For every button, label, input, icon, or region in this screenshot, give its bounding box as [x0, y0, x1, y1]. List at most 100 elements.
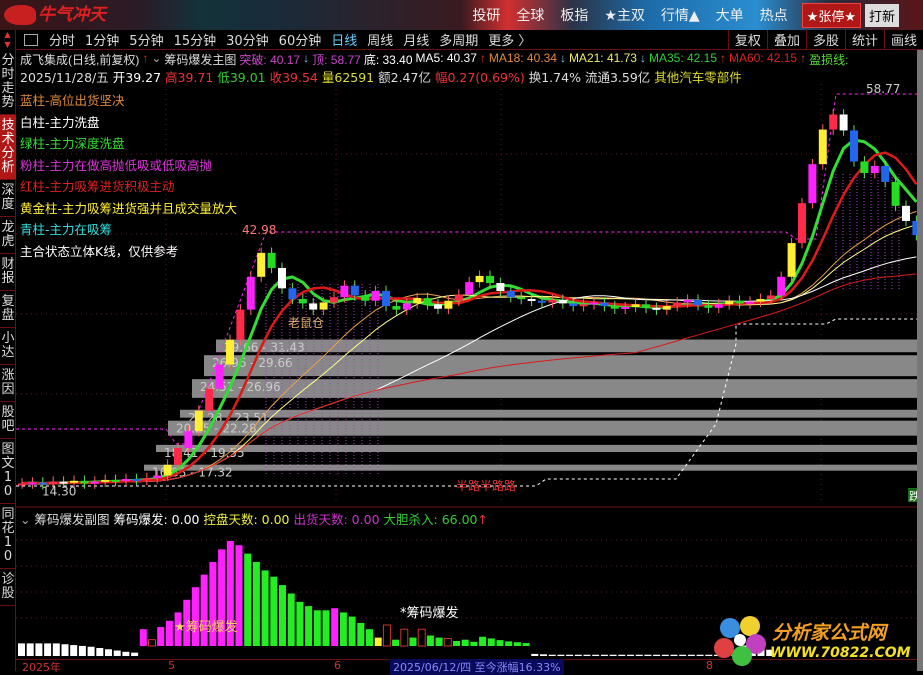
- sidebar-tab[interactable]: 同花10: [0, 504, 16, 569]
- sub-indicator-header: ⌄ 筹码爆发副图 筹码爆发: 0.00 控盘天数: 0.00 出货天数: 0.0…: [20, 509, 488, 528]
- period-tab[interactable]: 周线: [362, 30, 398, 49]
- volume-bar: [644, 654, 652, 656]
- nav-zhushuang[interactable]: ★主双: [596, 5, 653, 25]
- toolbar-button[interactable]: 画线: [883, 30, 923, 49]
- candle-body: [725, 300, 734, 305]
- period-tab[interactable]: 分时: [44, 30, 80, 49]
- volume-bar: [382, 624, 391, 647]
- volume-bar: [313, 610, 321, 646]
- sidebar-tab[interactable]: 诊股: [0, 569, 16, 606]
- nav-banzhi[interactable]: 板指: [552, 5, 596, 25]
- quote-change: 幅0.27(0.69%): [434, 70, 525, 85]
- candle-body: [881, 165, 890, 182]
- volume-bar: [70, 645, 78, 656]
- volume-bar: [87, 646, 95, 656]
- candle-body: [600, 302, 609, 307]
- period-tab[interactable]: 更多 〉: [483, 30, 536, 49]
- volume-bar: [635, 654, 643, 656]
- volume-bar: [252, 562, 260, 646]
- period-tab[interactable]: 15分钟: [169, 30, 222, 49]
- volume-bar: [513, 642, 521, 646]
- down-arrow-icon: ↓: [639, 51, 646, 65]
- candle-body: [371, 290, 380, 301]
- volume-bar: [200, 574, 208, 646]
- sidebar-tab[interactable]: 深度: [0, 180, 16, 217]
- candle-body: [163, 464, 172, 476]
- toolbar-button[interactable]: 多股: [805, 30, 845, 49]
- volume-bar: [531, 653, 539, 656]
- period-tab[interactable]: 1分钟: [80, 30, 124, 49]
- period-tab[interactable]: 30分钟: [221, 30, 274, 49]
- watermark-name: 分析家公式网: [772, 622, 887, 644]
- period-tab[interactable]: 月线: [398, 30, 434, 49]
- period-tab[interactable]: 日线: [326, 30, 362, 49]
- volume-bar: [600, 654, 608, 656]
- volume-bar: [348, 616, 356, 646]
- candle-body: [298, 298, 307, 304]
- toolbar-button[interactable]: 叠加: [766, 30, 806, 49]
- candle-body: [194, 410, 203, 432]
- candle-body: [538, 300, 546, 303]
- candle-body: [434, 304, 442, 309]
- candle-body: [642, 304, 650, 308]
- period-tab[interactable]: 多周期: [434, 30, 483, 49]
- nav-hangqing[interactable]: 行情▲: [653, 5, 708, 25]
- main-price-chart[interactable]: 29.66 - 31.4326.96 - 29.6624.51 - 26.962…: [16, 84, 921, 504]
- volume-bar: [305, 606, 313, 646]
- dropdown-icon[interactable]: ⌄: [151, 51, 161, 68]
- volume-bar: [627, 654, 634, 656]
- sidebar-tab[interactable]: 股吧: [0, 402, 16, 439]
- toolbar-button[interactable]: 复权: [727, 30, 767, 49]
- volume-bar: [522, 643, 530, 646]
- volume-bar: [157, 627, 165, 646]
- candle-body: [631, 304, 640, 307]
- sub-title[interactable]: 筹码爆发副图: [34, 512, 109, 527]
- nav-dadan[interactable]: 大单: [708, 5, 752, 25]
- panel-toggle-icon[interactable]: [24, 33, 38, 46]
- candle-body: [475, 275, 484, 283]
- sidebar-tab[interactable]: 分时走势: [0, 50, 16, 115]
- daxin-button[interactable]: 打新: [864, 3, 899, 27]
- zhangting-button[interactable]: ★张停★: [801, 2, 861, 28]
- dropdown-icon[interactable]: ⌄: [20, 512, 30, 527]
- candle-body: [184, 431, 193, 448]
- volume-bar: [113, 650, 121, 656]
- volume-bar: [192, 587, 199, 646]
- nav-global[interactable]: 全球: [508, 5, 552, 25]
- sidebar-tab[interactable]: 小达: [0, 328, 16, 365]
- candle-body: [506, 290, 515, 298]
- candle-body: [652, 307, 661, 310]
- legend-item: 蓝柱-高位出货坚决: [20, 93, 125, 108]
- period-tab[interactable]: 60分钟: [274, 30, 327, 49]
- candle-body: [423, 298, 432, 305]
- volume-bar: [61, 644, 69, 656]
- nav-redian[interactable]: 热点: [752, 5, 796, 25]
- chip-band: [156, 444, 921, 452]
- indicator-name[interactable]: 筹码爆发主图: [164, 51, 236, 68]
- sidebar-tab[interactable]: 技术分析: [0, 115, 16, 180]
- vertical-scrollbar[interactable]: [917, 50, 923, 671]
- candle-body: [361, 295, 370, 301]
- ma5-value: MA5: 40.37: [415, 51, 477, 65]
- volume-bar: [417, 628, 426, 647]
- volume-bar: [322, 610, 330, 646]
- candle-body: [808, 164, 817, 204]
- sidebar-tab[interactable]: 龙虎: [0, 217, 16, 254]
- signal-label: *筹码爆发: [400, 605, 459, 621]
- candle-body: [860, 161, 869, 174]
- scroll-arrows-icon[interactable]: ▲ ▼: [0, 30, 15, 50]
- down-arrow-icon: ↓: [303, 51, 310, 65]
- nav-touyan[interactable]: 投研: [464, 5, 508, 25]
- up-arrow-icon: ↑: [479, 51, 486, 65]
- candle-body: [714, 304, 723, 308]
- axis-label: 6: [334, 659, 341, 672]
- sidebar-tab[interactable]: 涨因: [0, 365, 16, 402]
- sidebar-tab[interactable]: 财报: [0, 254, 16, 291]
- quote-sector[interactable]: 其他汽车零部件: [654, 70, 742, 85]
- period-tab[interactable]: 5分钟: [124, 30, 168, 49]
- quote-date: 2025/11/28/五: [20, 70, 109, 85]
- sidebar-tab[interactable]: 复盘: [0, 291, 16, 328]
- sidebar-tab[interactable]: 图文10: [0, 439, 16, 504]
- toolbar-button[interactable]: 统计: [844, 30, 884, 49]
- volume-bar: [35, 643, 43, 656]
